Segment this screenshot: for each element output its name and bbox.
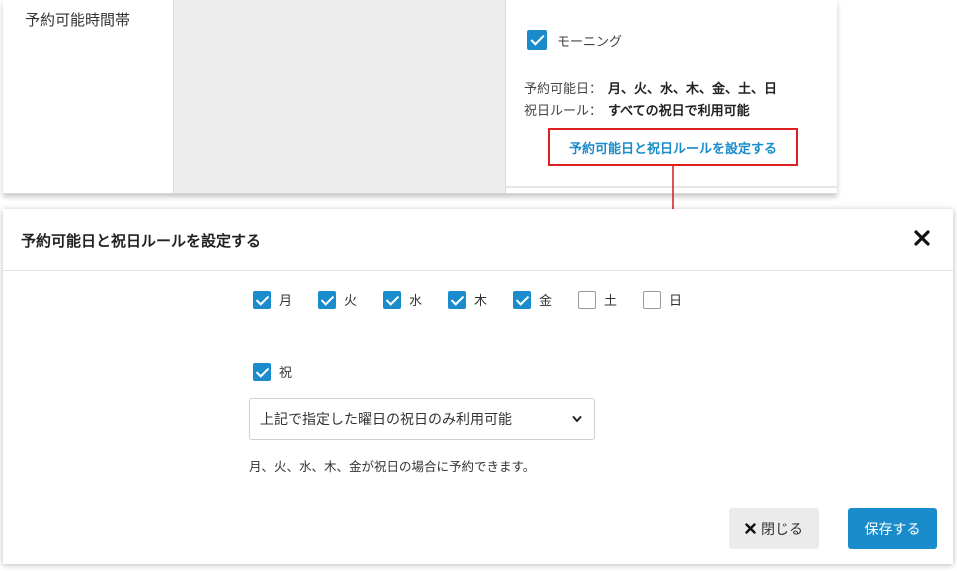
row-label: 予約可能時間帯 <box>25 11 131 29</box>
holiday-checkbox[interactable] <box>253 362 271 381</box>
day-checkbox-sun[interactable] <box>643 290 661 309</box>
modal-title: 予約可能日と祝日ルールを設定する <box>21 232 262 250</box>
day-label-sun: 日 <box>669 294 683 309</box>
holiday-option[interactable]: 祝 <box>253 362 292 381</box>
save-button[interactable]: 保存する <box>848 508 937 549</box>
row-label-cell: 予約可能時間帯 <box>3 0 174 193</box>
available-days-info: 予約可能日： 月、火、水、木、金、土、日 <box>524 78 777 97</box>
time-slot-cell: モーニング 予約可能日： 月、火、水、木、金、土、日 祝日ルール： すべての祝日で利… <box>506 0 837 193</box>
day-option-sat[interactable]: 土 <box>578 290 643 309</box>
save-button-label: 保存する <box>864 521 921 538</box>
day-option-mon[interactable]: 月 <box>253 290 318 309</box>
weekday-checkbox-group: 月 火 水 木 金 土 日 <box>253 290 708 309</box>
day-checkbox-fri[interactable] <box>513 290 531 309</box>
close-button[interactable]: 閉じる <box>729 508 819 549</box>
day-option-fri[interactable]: 金 <box>513 290 578 309</box>
day-option-wed[interactable]: 水 <box>383 290 448 309</box>
close-icon <box>745 523 756 534</box>
day-label-thu: 木 <box>474 294 488 309</box>
holiday-rule-select[interactable]: 上記で指定した曜日の祝日のみ利用可能 <box>249 398 595 440</box>
day-label-sat: 土 <box>604 294 618 309</box>
holiday-label: 祝 <box>279 366 293 381</box>
day-checkbox-wed[interactable] <box>383 290 401 309</box>
close-icon[interactable] <box>913 229 931 247</box>
holiday-rule-key: 祝日ルール： <box>524 104 603 119</box>
settings-modal: 予約可能日と祝日ルールを設定する 月 火 水 木 金 土 日 祝 上記で指定した… <box>3 209 953 564</box>
morning-option[interactable]: モーニング <box>527 30 622 50</box>
day-label-mon: 月 <box>279 294 293 309</box>
day-checkbox-sat[interactable] <box>578 290 596 309</box>
available-days-key: 予約可能日： <box>524 82 603 97</box>
reservation-settings-panel: 予約可能時間帯 モーニング 予約可能日： 月、火、水、木、金、土、日 祝日ルール：… <box>3 0 837 194</box>
day-checkbox-thu[interactable] <box>448 290 466 309</box>
day-option-tue[interactable]: 火 <box>318 290 383 309</box>
chevron-down-icon <box>572 416 582 422</box>
day-label-wed: 水 <box>409 294 423 309</box>
morning-checkbox[interactable] <box>527 30 547 50</box>
available-days-value: 月、火、水、木、金、土、日 <box>608 82 778 97</box>
morning-label: モーニング <box>557 34 623 50</box>
day-label-fri: 金 <box>539 294 553 309</box>
holiday-note: 月、火、水、木、金が祝日の場合に予約できます。 <box>249 459 536 474</box>
holiday-rule-info: 祝日ルール： すべての祝日で利用可能 <box>524 100 750 119</box>
day-checkbox-mon[interactable] <box>253 290 271 309</box>
modal-header: 予約可能日と祝日ルールを設定する <box>3 209 953 271</box>
day-option-thu[interactable]: 木 <box>448 290 513 309</box>
day-label-tue: 火 <box>344 294 358 309</box>
day-checkbox-tue[interactable] <box>318 290 336 309</box>
holiday-rule-select-value: 上記で指定した曜日の祝日のみ利用可能 <box>260 412 512 428</box>
close-button-label: 閉じる <box>761 521 803 538</box>
holiday-rule-value: すべての祝日で利用可能 <box>608 104 750 119</box>
set-days-and-holiday-rule-link[interactable]: 予約可能日と祝日ルールを設定する <box>548 128 798 166</box>
set-link-label: 予約可能日と祝日ルールを設定する <box>568 141 777 157</box>
empty-cell <box>174 0 506 193</box>
day-option-sun[interactable]: 日 <box>643 290 708 309</box>
